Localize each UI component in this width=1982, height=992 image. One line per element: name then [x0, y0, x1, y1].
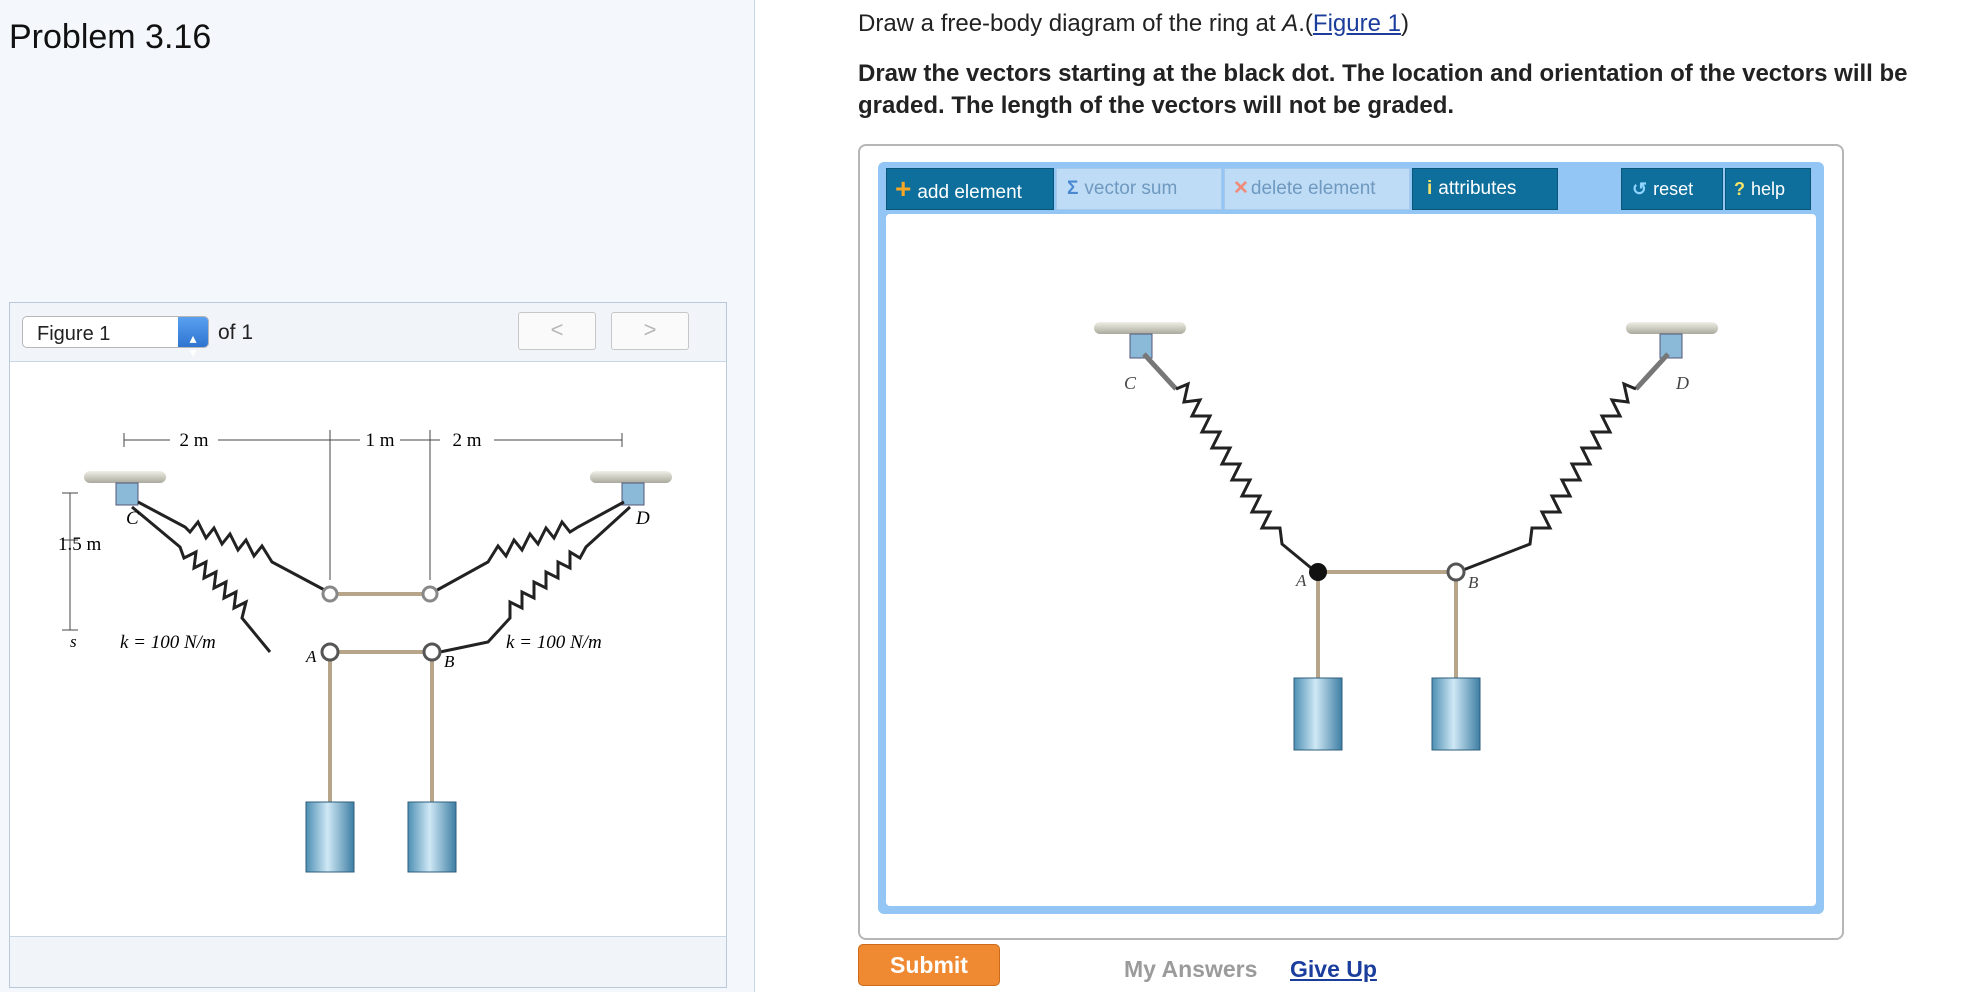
prev-figure-button[interactable]: <: [518, 312, 596, 350]
help-icon: ?: [1734, 179, 1745, 199]
canvas-ceiling-right: [1626, 322, 1718, 334]
dim-1m: 1 m: [365, 430, 394, 451]
canvas-label-a: A: [1295, 571, 1307, 590]
canvas-rod-c: [1142, 352, 1178, 391]
figure-diagram: 2 m 1 m 2 m 1.5 m s C D k = 100 N/m k = …: [58, 430, 672, 873]
canvas-weight-b: [1431, 677, 1481, 751]
give-up-link[interactable]: Give Up: [1290, 956, 1377, 983]
fbd-applet: + add element Σvector sum ✕ delete element…: [858, 144, 1844, 940]
k-right: k = 100 N/m: [506, 632, 602, 653]
canvas-spring-c: [1175, 381, 1317, 574]
figure-select-value: Figure 1: [37, 323, 111, 345]
bold-instructions: Draw the vectors starting at the black d…: [858, 60, 1908, 119]
submit-button[interactable]: Submit: [858, 944, 1000, 986]
canvas-diagram: C D A B: [1094, 322, 1718, 751]
delete-element-button[interactable]: ✕ delete element: [1224, 168, 1410, 210]
dim-2m-right: 2 m: [452, 430, 481, 451]
canvas-bracket-d: [1659, 333, 1683, 359]
bracket-c: [115, 482, 139, 506]
dim-height: 1.5 m: [58, 534, 102, 555]
info-icon: i: [1427, 178, 1433, 199]
figure-toolbar: Figure 1 ▴ ▾ of 1 < >: [10, 303, 726, 362]
ring-unstretched-left: [321, 585, 339, 603]
ring-b: [422, 642, 442, 662]
canvas-ceiling-left: [1094, 322, 1186, 334]
figure-viewer: Figure 1 ▴ ▾ of 1 < > 2 m 1 m 2 m 1.5 m …: [9, 302, 727, 988]
figure-footer: [10, 936, 726, 987]
canvas-rod-d: [1634, 352, 1670, 391]
my-answers-link[interactable]: My Answers: [1124, 956, 1257, 983]
canvas-label-d: D: [1675, 373, 1689, 393]
figure-select[interactable]: Figure 1 ▴ ▾: [22, 316, 209, 359]
next-figure-button[interactable]: >: [611, 312, 689, 350]
vector-sum-button[interactable]: Σvector sum: [1056, 168, 1222, 210]
label-d: D: [635, 508, 650, 529]
label-c: C: [126, 508, 139, 529]
applet-inner: + add element Σvector sum ✕ delete element…: [878, 162, 1824, 914]
label-a: A: [305, 647, 317, 666]
ring-unstretched-right: [421, 585, 439, 603]
attributes-button[interactable]: i attributes: [1412, 168, 1558, 210]
canvas-label-c: C: [1124, 373, 1137, 393]
canvas-bracket-c: [1129, 333, 1153, 359]
drawing-canvas[interactable]: C D A B: [886, 214, 1816, 906]
dim-2m-left: 2 m: [179, 430, 208, 451]
help-button[interactable]: ? help: [1725, 168, 1811, 210]
sigma-icon: Σ: [1067, 178, 1079, 199]
ceiling-right: [590, 471, 672, 483]
point-a: A: [1282, 10, 1299, 37]
spring-c-upper: [137, 500, 333, 596]
reset-button[interactable]: ↺ reset: [1621, 168, 1723, 210]
weight-a: [305, 801, 355, 873]
select-arrows-icon: ▴ ▾: [178, 317, 208, 359]
add-element-button[interactable]: + add element: [886, 168, 1054, 210]
dim-s: s: [70, 632, 77, 651]
ceiling-left: [84, 471, 166, 483]
weight-b: [407, 801, 457, 873]
figure-count: of 1: [218, 321, 254, 344]
problem-title: Problem 3.16: [9, 18, 212, 56]
canvas-spring-d: [1457, 381, 1637, 574]
plus-icon: +: [895, 173, 912, 204]
canvas-label-b: B: [1468, 573, 1479, 592]
reset-icon: ↺: [1632, 179, 1648, 199]
black-dot-ring-a[interactable]: [1309, 563, 1327, 581]
figure-link[interactable]: Figure 1: [1313, 10, 1401, 37]
spring-d-lower: [439, 505, 632, 654]
spring-d-upper: [429, 500, 625, 596]
x-icon: ✕: [1233, 178, 1249, 199]
canvas-ring-b: [1446, 562, 1466, 582]
question-text: Draw a free-body diagram of the ring at …: [858, 10, 1409, 37]
canvas-weight-a: [1293, 677, 1343, 751]
problem-panel: Problem 3.16 Figure 1 ▴ ▾ of 1 < > 2 m 1…: [0, 0, 755, 992]
bracket-d: [621, 482, 645, 506]
ring-a: [320, 642, 340, 662]
label-b: B: [444, 652, 455, 671]
k-left: k = 100 N/m: [120, 632, 216, 653]
